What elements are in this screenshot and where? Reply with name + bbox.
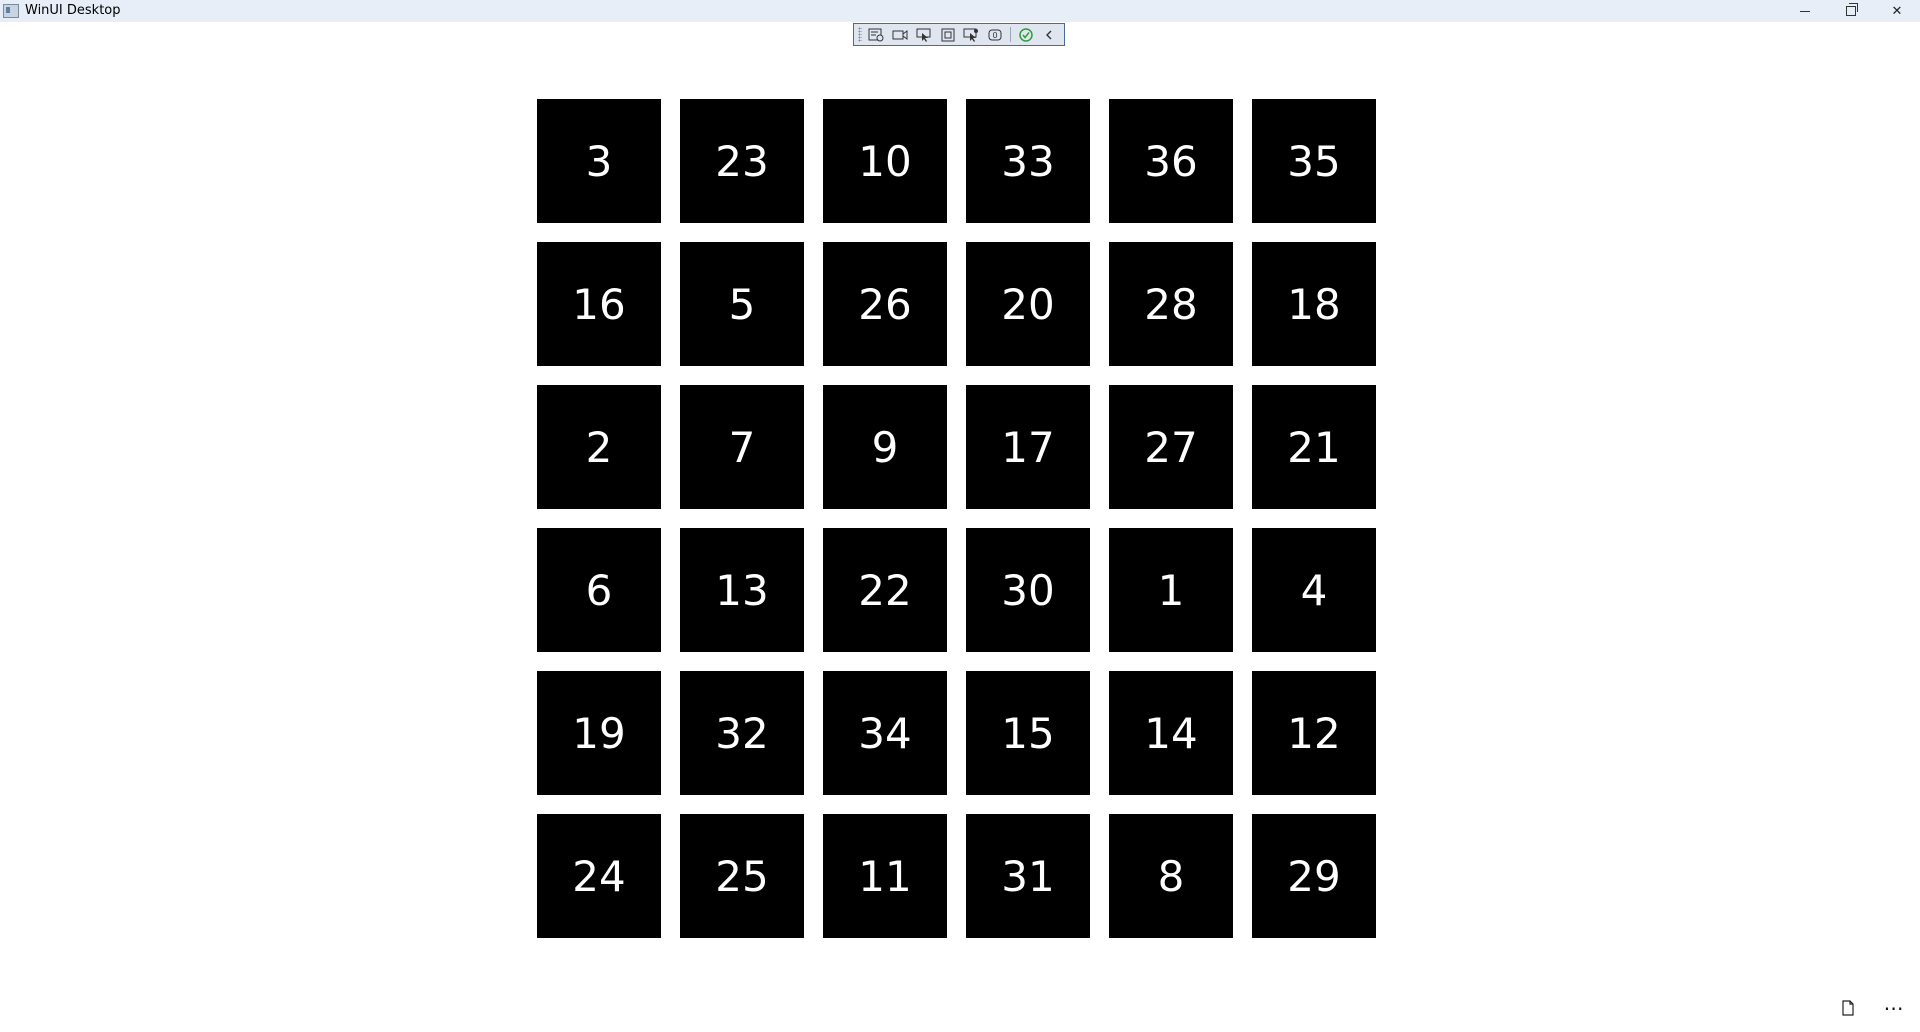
number-tile[interactable]: 24 [537, 814, 661, 938]
live-visual-tree-button[interactable] [868, 26, 886, 43]
number-tile[interactable]: 27 [1109, 385, 1233, 509]
number-tile[interactable]: 34 [823, 671, 947, 795]
window-title: WinUI Desktop [25, 3, 121, 18]
number-tile[interactable]: 30 [966, 528, 1090, 652]
hot-reload-status-button[interactable] [1017, 26, 1035, 43]
number-tile[interactable]: 7 [680, 385, 804, 509]
number-tile[interactable]: 15 [966, 671, 1090, 795]
close-button[interactable]: ✕ [1874, 0, 1920, 22]
number-tile[interactable]: 9 [823, 385, 947, 509]
svg-text:0: 0 [992, 31, 997, 40]
record-button[interactable] [891, 26, 909, 43]
number-tile[interactable]: 1 [1109, 528, 1233, 652]
number-tile[interactable]: 4 [1252, 528, 1376, 652]
number-tile[interactable]: 23 [680, 99, 804, 223]
number-tile[interactable]: 3 [537, 99, 661, 223]
number-tile[interactable]: 16 [537, 242, 661, 366]
number-tile[interactable]: 2 [537, 385, 661, 509]
live-visual-tree-icon [868, 28, 884, 41]
select-element-icon [916, 28, 931, 42]
number-tile[interactable]: 31 [966, 814, 1090, 938]
track-focus-icon [963, 28, 979, 42]
bottom-command-bar: ⋯ [1828, 992, 1920, 1024]
toolbar-grip[interactable] [858, 27, 862, 42]
number-tile[interactable]: 10 [823, 99, 947, 223]
number-tile[interactable]: 13 [680, 528, 804, 652]
record-icon [892, 29, 908, 40]
caption-buttons: ✕ [1782, 0, 1920, 22]
hot-reload-status-icon [1018, 27, 1033, 42]
number-tile[interactable]: 5 [680, 242, 804, 366]
minimize-button[interactable] [1782, 0, 1828, 22]
app-window: WinUI Desktop ✕ 0 3 23 10 33 36 35 16 5 … [0, 0, 1920, 1032]
page-button[interactable] [1828, 992, 1868, 1024]
number-tile[interactable]: 25 [680, 814, 804, 938]
layout-adorners-button[interactable] [939, 26, 957, 43]
collapse-icon [1046, 30, 1052, 39]
restore-button[interactable] [1828, 0, 1874, 22]
more-options-icon: ⋯ [1883, 996, 1905, 1020]
select-element-button[interactable] [915, 26, 933, 43]
restore-icon [1846, 3, 1858, 16]
number-tile[interactable]: 21 [1252, 385, 1376, 509]
number-tile[interactable]: 35 [1252, 99, 1376, 223]
toolbar-separator [1009, 27, 1011, 42]
number-tile[interactable]: 8 [1109, 814, 1233, 938]
title-bar[interactable]: WinUI Desktop ✕ [0, 0, 1920, 22]
number-tile[interactable]: 29 [1252, 814, 1376, 938]
number-tile[interactable]: 6 [537, 528, 661, 652]
page-icon [1842, 1000, 1854, 1016]
xaml-debug-toolbar: 0 [853, 23, 1065, 46]
number-tile[interactable]: 19 [537, 671, 661, 795]
number-tile[interactable]: 20 [966, 242, 1090, 366]
app-icon [3, 4, 19, 18]
binding-failures-button[interactable]: 0 [986, 26, 1004, 43]
number-grid: 3 23 10 33 36 35 16 5 26 20 28 18 2 7 9 17 27 21 6 13 22 30 1 4… [537, 99, 1376, 938]
more-options-button[interactable]: ⋯ [1868, 992, 1920, 1024]
number-tile[interactable]: 11 [823, 814, 947, 938]
number-tile[interactable]: 22 [823, 528, 947, 652]
number-tile[interactable]: 26 [823, 242, 947, 366]
close-icon: ✕ [1891, 3, 1903, 19]
number-tile[interactable]: 12 [1252, 671, 1376, 795]
number-tile[interactable]: 18 [1252, 242, 1376, 366]
number-tile[interactable]: 17 [966, 385, 1090, 509]
number-tile[interactable]: 36 [1109, 99, 1233, 223]
number-tile[interactable]: 33 [966, 99, 1090, 223]
display-layout-adorners-icon [941, 28, 954, 41]
track-focus-button[interactable] [962, 26, 980, 43]
binding-failures-icon: 0 [988, 29, 1002, 40]
collapse-toolbar-button[interactable] [1040, 26, 1058, 43]
number-tile[interactable]: 32 [680, 671, 804, 795]
number-tile[interactable]: 14 [1109, 671, 1233, 795]
number-tile[interactable]: 28 [1109, 242, 1233, 366]
